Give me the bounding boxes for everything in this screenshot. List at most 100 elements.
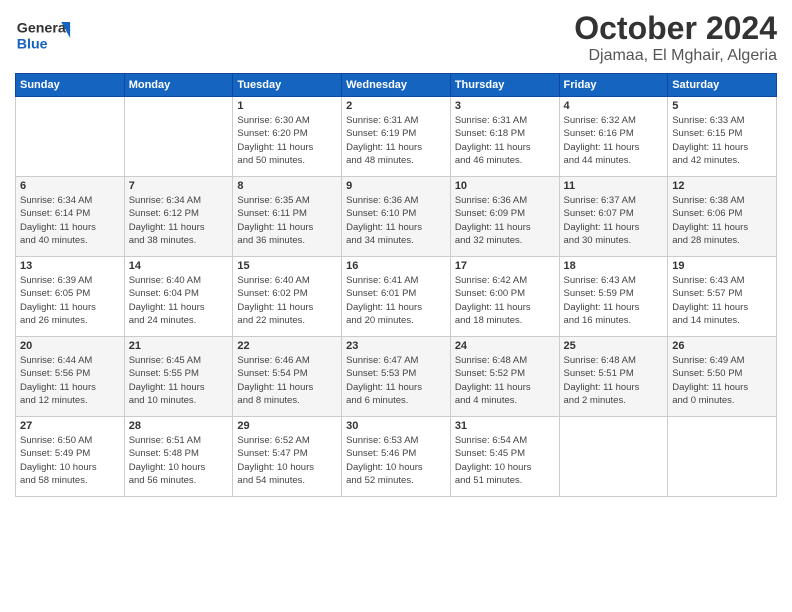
day-number: 3 (455, 100, 555, 112)
day-number: 9 (346, 180, 446, 192)
calendar-cell (559, 417, 668, 497)
day-info: Sunrise: 6:41 AMSunset: 6:01 PMDaylight:… (346, 274, 446, 327)
calendar-cell: 18 Sunrise: 6:43 AMSunset: 5:59 PMDayligh… (559, 257, 668, 337)
calendar-cell: 15 Sunrise: 6:40 AMSunset: 6:02 PMDayligh… (233, 257, 342, 337)
header-day: Wednesday (342, 74, 451, 97)
day-info: Sunrise: 6:31 AMSunset: 6:19 PMDaylight:… (346, 114, 446, 167)
day-info: Sunrise: 6:42 AMSunset: 6:00 PMDaylight:… (455, 274, 555, 327)
day-number: 12 (672, 180, 772, 192)
day-number: 16 (346, 260, 446, 272)
calendar-week: 1 Sunrise: 6:30 AMSunset: 6:20 PMDaylight… (16, 97, 777, 177)
header-day: Thursday (450, 74, 559, 97)
calendar-cell: 13 Sunrise: 6:39 AMSunset: 6:05 PMDayligh… (16, 257, 125, 337)
day-number: 11 (564, 180, 664, 192)
calendar-cell (16, 97, 125, 177)
logo: General Blue (15, 10, 95, 65)
day-number: 18 (564, 260, 664, 272)
calendar-cell: 14 Sunrise: 6:40 AMSunset: 6:04 PMDayligh… (124, 257, 233, 337)
day-number: 7 (129, 180, 229, 192)
day-info: Sunrise: 6:40 AMSunset: 6:02 PMDaylight:… (237, 274, 337, 327)
day-number: 6 (20, 180, 120, 192)
calendar-cell: 29 Sunrise: 6:52 AMSunset: 5:47 PMDayligh… (233, 417, 342, 497)
day-info: Sunrise: 6:38 AMSunset: 6:06 PMDaylight:… (672, 194, 772, 247)
calendar-cell: 8 Sunrise: 6:35 AMSunset: 6:11 PMDaylight… (233, 177, 342, 257)
calendar-cell: 30 Sunrise: 6:53 AMSunset: 5:46 PMDayligh… (342, 417, 451, 497)
page: General Blue October 2024 Djamaa, El Mgh… (0, 0, 792, 612)
day-number: 29 (237, 420, 337, 432)
day-number: 15 (237, 260, 337, 272)
calendar-cell: 7 Sunrise: 6:34 AMSunset: 6:12 PMDaylight… (124, 177, 233, 257)
header-day: Saturday (668, 74, 777, 97)
calendar-cell: 6 Sunrise: 6:34 AMSunset: 6:14 PMDaylight… (16, 177, 125, 257)
day-number: 21 (129, 340, 229, 352)
day-number: 10 (455, 180, 555, 192)
calendar-cell: 4 Sunrise: 6:32 AMSunset: 6:16 PMDaylight… (559, 97, 668, 177)
page-title: October 2024 (574, 10, 777, 47)
day-info: Sunrise: 6:49 AMSunset: 5:50 PMDaylight:… (672, 354, 772, 407)
day-info: Sunrise: 6:35 AMSunset: 6:11 PMDaylight:… (237, 194, 337, 247)
calendar-cell: 3 Sunrise: 6:31 AMSunset: 6:18 PMDaylight… (450, 97, 559, 177)
day-info: Sunrise: 6:43 AMSunset: 5:59 PMDaylight:… (564, 274, 664, 327)
day-info: Sunrise: 6:53 AMSunset: 5:46 PMDaylight:… (346, 434, 446, 487)
day-info: Sunrise: 6:43 AMSunset: 5:57 PMDaylight:… (672, 274, 772, 327)
calendar-week: 20 Sunrise: 6:44 AMSunset: 5:56 PMDayligh… (16, 337, 777, 417)
calendar-cell: 28Sunrise: 6:51 AMSunset: 5:48 PMDayligh… (124, 417, 233, 497)
day-info: Sunrise: 6:51 AMSunset: 5:48 PMDaylight:… (129, 434, 229, 487)
day-info: Sunrise: 6:39 AMSunset: 6:05 PMDaylight:… (20, 274, 120, 327)
day-info: Sunrise: 6:30 AMSunset: 6:20 PMDaylight:… (237, 114, 337, 167)
day-info: Sunrise: 6:40 AMSunset: 6:04 PMDaylight:… (129, 274, 229, 327)
day-number: 4 (564, 100, 664, 112)
day-info: Sunrise: 6:47 AMSunset: 5:53 PMDaylight:… (346, 354, 446, 407)
calendar-header: SundayMondayTuesdayWednesdayThursdayFrid… (16, 74, 777, 97)
day-number: 8 (237, 180, 337, 192)
calendar-table: SundayMondayTuesdayWednesdayThursdayFrid… (15, 73, 777, 497)
calendar-cell: 16 Sunrise: 6:41 AMSunset: 6:01 PMDayligh… (342, 257, 451, 337)
calendar-cell: 23 Sunrise: 6:47 AMSunset: 5:53 PMDayligh… (342, 337, 451, 417)
day-info: Sunrise: 6:48 AMSunset: 5:51 PMDaylight:… (564, 354, 664, 407)
header-day: Tuesday (233, 74, 342, 97)
header-day: Monday (124, 74, 233, 97)
day-info: Sunrise: 6:52 AMSunset: 5:47 PMDaylight:… (237, 434, 337, 487)
day-info: Sunrise: 6:34 AMSunset: 6:12 PMDaylight:… (129, 194, 229, 247)
calendar-cell: 26 Sunrise: 6:49 AMSunset: 5:50 PMDayligh… (668, 337, 777, 417)
day-number: 30 (346, 420, 446, 432)
day-number: 24 (455, 340, 555, 352)
svg-text:Blue: Blue (17, 37, 48, 53)
calendar-week: 13 Sunrise: 6:39 AMSunset: 6:05 PMDayligh… (16, 257, 777, 337)
title-block: October 2024 Djamaa, El Mghair, Algeria (574, 10, 777, 65)
day-info: Sunrise: 6:54 AMSunset: 5:45 PMDaylight:… (455, 434, 555, 487)
page-subtitle: Djamaa, El Mghair, Algeria (574, 47, 777, 65)
day-number: 13 (20, 260, 120, 272)
logo-svg: General Blue (15, 10, 95, 65)
day-info: Sunrise: 6:32 AMSunset: 6:16 PMDaylight:… (564, 114, 664, 167)
day-number: 23 (346, 340, 446, 352)
day-number: 2 (346, 100, 446, 112)
day-number: 25 (564, 340, 664, 352)
day-number: 14 (129, 260, 229, 272)
day-info: Sunrise: 6:44 AMSunset: 5:56 PMDaylight:… (20, 354, 120, 407)
calendar-cell (124, 97, 233, 177)
day-info: Sunrise: 6:34 AMSunset: 6:14 PMDaylight:… (20, 194, 120, 247)
day-info: Sunrise: 6:31 AMSunset: 6:18 PMDaylight:… (455, 114, 555, 167)
day-number: 26 (672, 340, 772, 352)
day-number: 20 (20, 340, 120, 352)
header-row: SundayMondayTuesdayWednesdayThursdayFrid… (16, 74, 777, 97)
calendar-cell: 20 Sunrise: 6:44 AMSunset: 5:56 PMDayligh… (16, 337, 125, 417)
calendar-cell: 5Sunrise: 6:33 AMSunset: 6:15 PMDaylight… (668, 97, 777, 177)
calendar-cell: 31Sunrise: 6:54 AMSunset: 5:45 PMDayligh… (450, 417, 559, 497)
calendar-cell: 10Sunrise: 6:36 AMSunset: 6:09 PMDayligh… (450, 177, 559, 257)
day-number: 1 (237, 100, 337, 112)
header-day: Friday (559, 74, 668, 97)
calendar-cell: 24Sunrise: 6:48 AMSunset: 5:52 PMDayligh… (450, 337, 559, 417)
calendar-cell: 21Sunrise: 6:45 AMSunset: 5:55 PMDayligh… (124, 337, 233, 417)
header: General Blue October 2024 Djamaa, El Mgh… (15, 10, 777, 65)
day-info: Sunrise: 6:46 AMSunset: 5:54 PMDaylight:… (237, 354, 337, 407)
calendar-cell (668, 417, 777, 497)
calendar-cell: 17Sunrise: 6:42 AMSunset: 6:00 PMDayligh… (450, 257, 559, 337)
day-number: 22 (237, 340, 337, 352)
calendar-cell: 12 Sunrise: 6:38 AMSunset: 6:06 PMDayligh… (668, 177, 777, 257)
calendar-cell: 9Sunrise: 6:36 AMSunset: 6:10 PMDaylight… (342, 177, 451, 257)
calendar-cell: 27Sunrise: 6:50 AMSunset: 5:49 PMDayligh… (16, 417, 125, 497)
calendar-cell: 1 Sunrise: 6:30 AMSunset: 6:20 PMDaylight… (233, 97, 342, 177)
day-info: Sunrise: 6:37 AMSunset: 6:07 PMDaylight:… (564, 194, 664, 247)
